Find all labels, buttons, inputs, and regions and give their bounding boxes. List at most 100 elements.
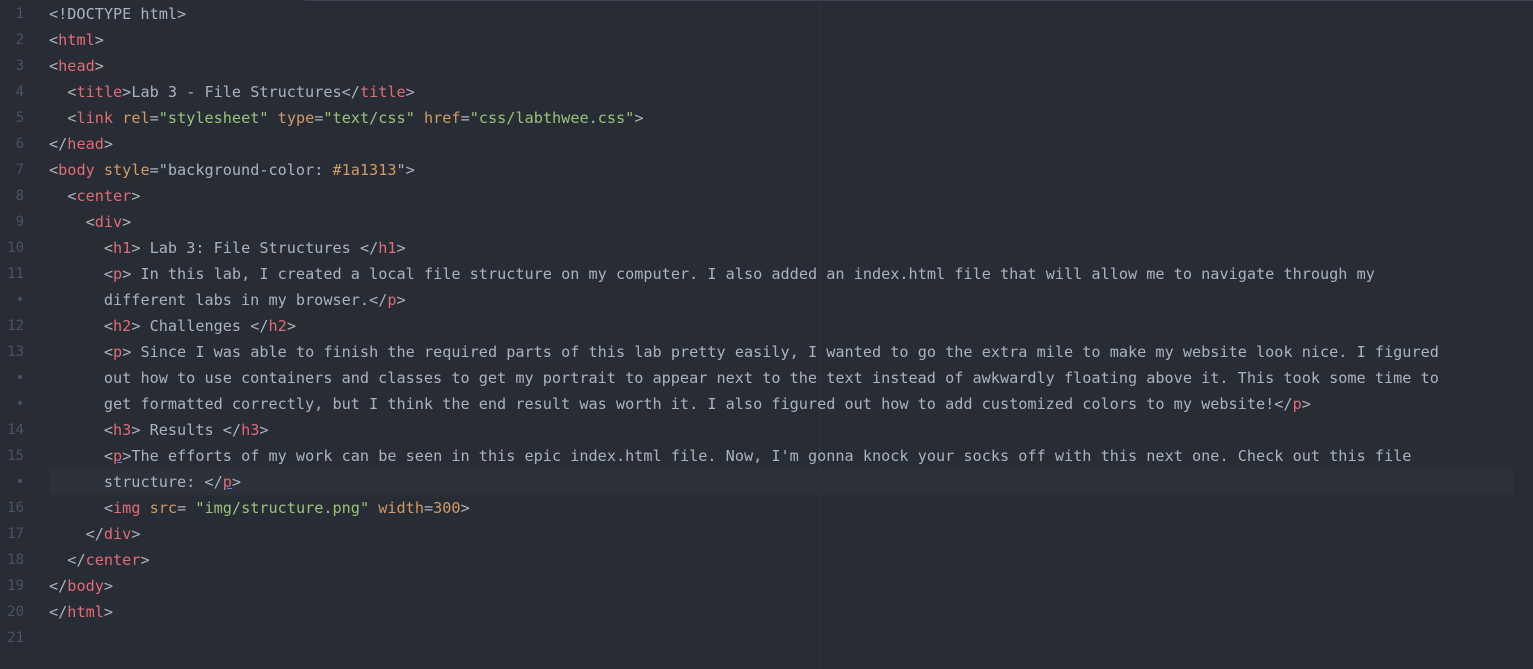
code-token: > bbox=[122, 265, 132, 283]
line-text: out how to use containers and classes to… bbox=[49, 365, 1513, 391]
code-token: > bbox=[122, 83, 132, 101]
line-text: <h2> Challenges </h2> bbox=[49, 313, 1513, 339]
line-text: <!DOCTYPE html> bbox=[49, 1, 1513, 27]
code-token: width bbox=[378, 499, 424, 517]
code-token: p bbox=[113, 447, 123, 465]
line-number: 5 bbox=[15, 110, 24, 126]
code-token: > bbox=[131, 525, 141, 543]
code-token: "css/labthwee.css" bbox=[469, 109, 635, 127]
code-token: center bbox=[85, 551, 141, 569]
code-token: </ bbox=[49, 603, 68, 621]
code-token: h3 bbox=[113, 421, 132, 439]
code-token: img bbox=[113, 499, 141, 517]
code-token: < bbox=[49, 57, 59, 75]
code-line-wrapped[interactable]: • structure: </p> bbox=[0, 469, 1533, 495]
code-token: > bbox=[122, 343, 132, 361]
line-number: 12 bbox=[7, 318, 24, 334]
code-line-wrapped[interactable]: • different labs in my browser.</p> bbox=[0, 287, 1533, 313]
code-line[interactable]: 16 <img src= "img/structure.png" width=3… bbox=[0, 495, 1533, 521]
code-line[interactable]: 17 </div> bbox=[0, 521, 1533, 547]
code-line[interactable]: 5 <link rel="stylesheet" type="text/css"… bbox=[0, 105, 1533, 131]
line-number: • bbox=[15, 474, 24, 490]
code-token: head bbox=[58, 57, 95, 75]
code-line[interactable]: 12 <h2> Challenges </h2> bbox=[0, 313, 1533, 339]
line-number: 4 bbox=[15, 84, 24, 100]
code-token: = bbox=[177, 499, 196, 517]
code-token: html bbox=[67, 603, 104, 621]
code-token: > bbox=[131, 187, 141, 205]
code-token: </ bbox=[49, 135, 68, 153]
code-line[interactable]: 4 <title>Lab 3 - File Structures</title> bbox=[0, 79, 1533, 105]
code-token: structure: bbox=[103, 473, 205, 491]
line-text: <div> bbox=[49, 209, 1513, 235]
code-line[interactable]: 2 <html> bbox=[0, 27, 1533, 53]
code-line[interactable]: 11 <p> In this lab, I created a local fi… bbox=[0, 261, 1533, 287]
code-token: html bbox=[58, 31, 95, 49]
line-text: <img src= "img/structure.png" width=300> bbox=[49, 495, 1513, 521]
code-line[interactable]: 18 </center> bbox=[0, 547, 1533, 573]
code-line[interactable]: 19 </body> bbox=[0, 573, 1533, 599]
line-number: 16 bbox=[7, 500, 24, 516]
code-token: > bbox=[634, 109, 644, 127]
code-token: title bbox=[76, 83, 123, 101]
code-token: 300 bbox=[433, 499, 461, 517]
code-line[interactable]: 15 <p>The efforts of my work can be seen… bbox=[0, 443, 1533, 469]
code-token: > bbox=[94, 31, 104, 49]
code-line[interactable]: 21 bbox=[0, 625, 1533, 651]
line-number: 6 bbox=[15, 136, 24, 152]
line-text: structure: </p> bbox=[49, 469, 1513, 495]
code-line[interactable]: 14 <h3> Results </h3> bbox=[0, 417, 1533, 443]
code-token: ="background-color: bbox=[149, 161, 333, 179]
code-token: </ bbox=[204, 473, 223, 491]
code-line[interactable]: 9 <div> bbox=[0, 209, 1533, 235]
code-token: p bbox=[387, 291, 397, 309]
code-token: Challenges bbox=[140, 317, 251, 335]
code-token: type bbox=[277, 109, 315, 127]
code-line-wrapped[interactable]: • get formatted correctly, but I think t… bbox=[0, 391, 1533, 417]
line-number: 21 bbox=[7, 630, 24, 646]
code-line[interactable]: 13 <p> Since I was able to finish the re… bbox=[0, 339, 1533, 365]
line-number: 11 bbox=[7, 266, 24, 282]
line-text: <body style="background-color: #1a1313"> bbox=[49, 157, 1513, 183]
code-line[interactable]: 7 <body style="background-color: #1a1313"… bbox=[0, 157, 1533, 183]
code-token: < bbox=[49, 31, 59, 49]
code-token: > bbox=[122, 213, 132, 231]
code-token: </ bbox=[359, 239, 379, 257]
code-token: > bbox=[259, 421, 269, 439]
code-lines[interactable]: 1 <!DOCTYPE html> 2 <html> 3 <head> 4 <title>L… bbox=[0, 1, 1533, 651]
code-line[interactable]: 20 </html> bbox=[0, 599, 1533, 625]
code-token: center bbox=[76, 187, 132, 205]
line-number: 1 bbox=[15, 6, 24, 22]
line-number: • bbox=[15, 292, 24, 308]
code-token: > bbox=[1301, 395, 1311, 413]
code-line[interactable]: 3 <head> bbox=[0, 53, 1533, 79]
line-text: <h3> Results </h3> bbox=[49, 417, 1513, 443]
code-token: p bbox=[113, 265, 123, 283]
code-token: div bbox=[94, 213, 123, 231]
code-line[interactable]: 1 <!DOCTYPE html> bbox=[0, 1, 1533, 27]
code-line[interactable]: 6 </head> bbox=[0, 131, 1533, 157]
code-token: > bbox=[103, 135, 114, 153]
code-line[interactable]: 10 <h1> Lab 3: File Structures </h1> bbox=[0, 235, 1533, 261]
line-text: </body> bbox=[49, 573, 1513, 599]
code-token: style bbox=[103, 161, 150, 179]
code-token: different labs in my browser. bbox=[103, 291, 370, 309]
code-line[interactable]: 8 <center> bbox=[0, 183, 1533, 209]
code-token: > bbox=[103, 577, 114, 595]
code-editor[interactable]: 1 <!DOCTYPE html> 2 <html> 3 <head> 4 <title>L… bbox=[0, 0, 1533, 669]
code-token: link bbox=[76, 109, 114, 127]
code-token: > bbox=[122, 447, 132, 465]
code-token: </ bbox=[85, 525, 104, 543]
code-token: Lab 3 - File Structures bbox=[131, 83, 342, 101]
code-token: href bbox=[424, 109, 461, 127]
code-line-wrapped[interactable]: • out how to use containers and classes … bbox=[0, 365, 1533, 391]
